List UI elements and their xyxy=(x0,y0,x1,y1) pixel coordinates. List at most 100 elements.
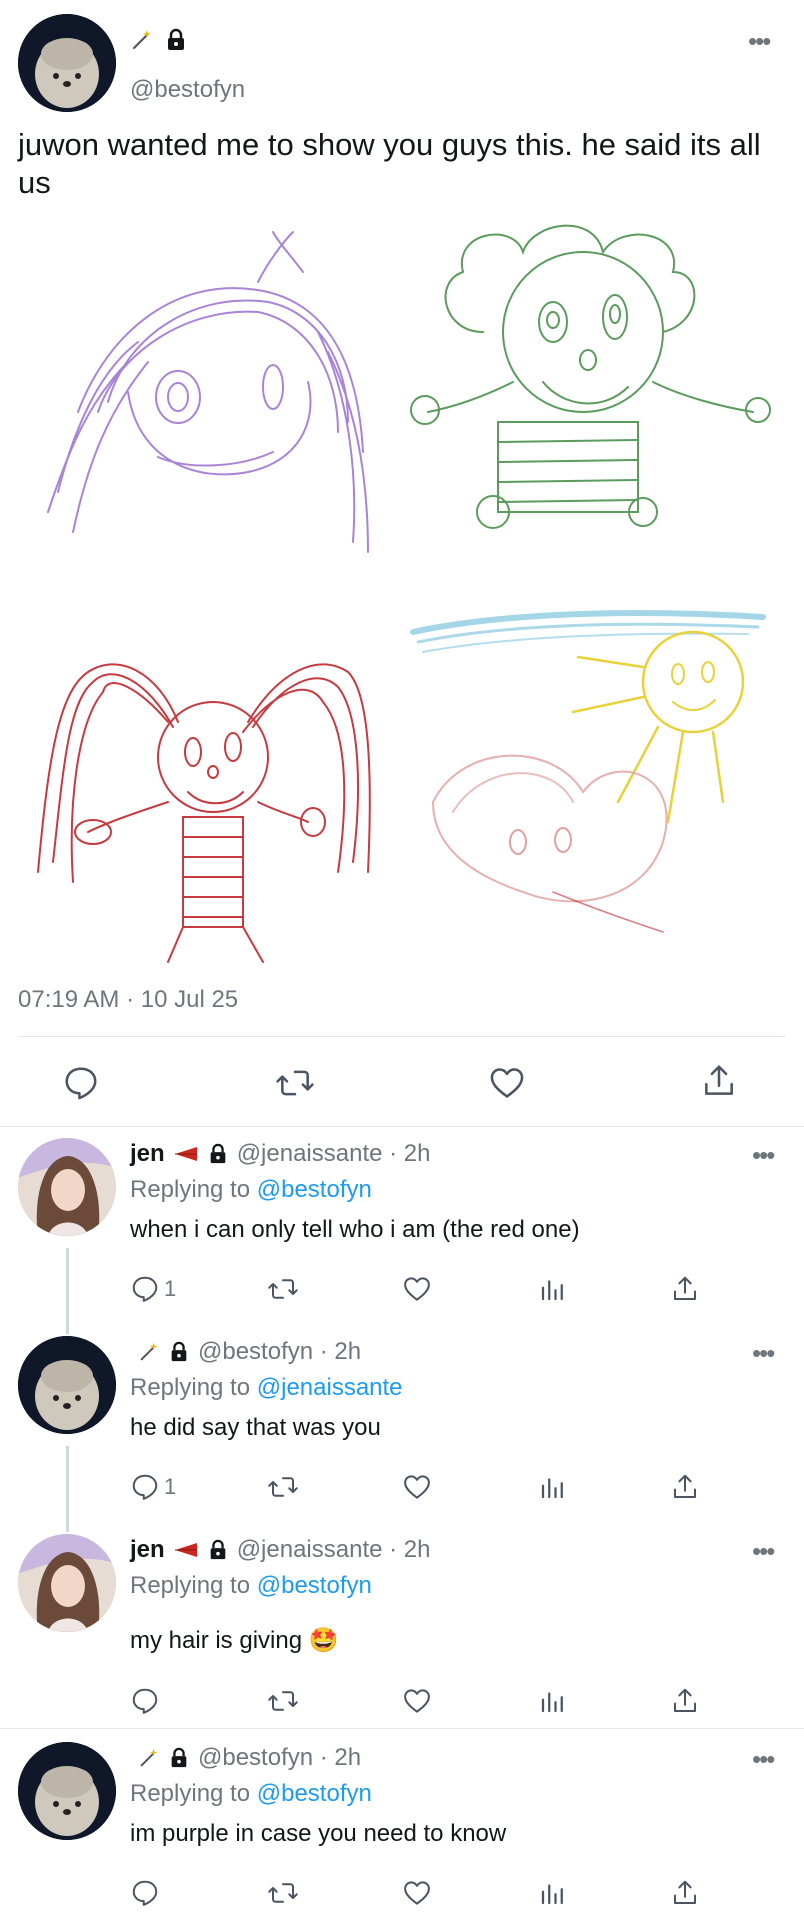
tweet-action-bar xyxy=(0,1056,804,1110)
share-button[interactable] xyxy=(700,1062,738,1100)
lock-icon xyxy=(210,1143,226,1164)
replying-to: Replying to @jenaissante xyxy=(130,1374,403,1402)
reply-button[interactable]: 1 xyxy=(130,1274,176,1304)
main-tweet: @bestofyn ••• juwon wanted me to show yo… xyxy=(0,0,804,1127)
share-button[interactable] xyxy=(670,1274,700,1304)
mention-link[interactable]: @bestofyn xyxy=(257,1572,372,1599)
more-icon[interactable]: ••• xyxy=(752,1142,775,1168)
tweet-text: juwon wanted me to show you guys this. h… xyxy=(18,127,761,200)
analytics-icon xyxy=(541,1280,563,1301)
share-button[interactable] xyxy=(670,1686,700,1716)
mention-link[interactable]: @bestofyn xyxy=(257,1176,372,1203)
sky-sun-drawing xyxy=(410,609,766,933)
handle-and-time: @bestofyn · 2h xyxy=(198,1744,362,1771)
retweet-icon xyxy=(268,1477,298,1497)
reply-button[interactable] xyxy=(62,1064,100,1102)
like-icon xyxy=(404,1881,430,1905)
reply-icon xyxy=(132,1688,158,1714)
retweet-button[interactable] xyxy=(266,1686,300,1716)
replying-to-label: Replying to xyxy=(130,1780,251,1807)
magic-wand-icon xyxy=(132,30,151,50)
like-icon xyxy=(404,1475,430,1499)
like-button[interactable] xyxy=(402,1472,432,1502)
divider xyxy=(0,1728,804,1729)
replying-to-label: Replying to xyxy=(130,1572,251,1599)
red-flag-icon xyxy=(174,1147,197,1161)
reply-text: when i can only tell who i am (the red o… xyxy=(130,1216,580,1243)
like-icon xyxy=(404,1277,430,1301)
reply-item[interactable]: @bestofyn · 2h ••• Replying to @bestofyn… xyxy=(0,1730,804,1920)
replying-to-label: Replying to xyxy=(130,1176,251,1203)
more-icon[interactable]: ••• xyxy=(748,28,771,54)
share-button[interactable] xyxy=(670,1472,700,1502)
tweet-image-drawings[interactable] xyxy=(18,212,788,982)
reply-text: my hair is giving 🤩 xyxy=(130,1627,339,1654)
mention-link[interactable]: @bestofyn xyxy=(257,1780,372,1807)
reply-header: @bestofyn · 2h xyxy=(130,1744,361,1772)
analytics-icon xyxy=(541,1692,563,1713)
reply-item[interactable]: jen @jenaissante · 2h ••• Replying to @b… xyxy=(0,1126,804,1324)
tweet-handle[interactable]: @bestofyn xyxy=(130,76,245,104)
purple-drawing xyxy=(47,231,369,553)
mention-link[interactable]: @jenaissante xyxy=(257,1374,403,1401)
reply-item[interactable]: jen @jenaissante · 2h ••• Replying to @b… xyxy=(0,1522,804,1729)
retweet-icon xyxy=(268,1691,298,1711)
reply-action-bar: 1 xyxy=(0,1472,804,1508)
like-button[interactable] xyxy=(488,1064,526,1102)
share-icon xyxy=(705,1065,733,1095)
avatar[interactable] xyxy=(18,1534,116,1632)
green-drawing xyxy=(410,224,771,529)
reply-action-bar xyxy=(0,1878,804,1914)
like-icon xyxy=(404,1689,430,1713)
reply-header: jen @jenaissante · 2h xyxy=(130,1536,431,1564)
avatar[interactable] xyxy=(18,1336,116,1434)
reply-count: 1 xyxy=(164,1474,177,1499)
retweet-button[interactable] xyxy=(266,1274,300,1304)
replying-to: Replying to @bestofyn xyxy=(130,1780,372,1808)
replying-to: Replying to @bestofyn xyxy=(130,1176,372,1204)
like-icon xyxy=(490,1068,524,1098)
reply-item[interactable]: @bestofyn · 2h ••• Replying to @jenaissa… xyxy=(0,1324,804,1522)
red-drawing xyxy=(37,663,371,963)
lock-icon xyxy=(168,28,184,50)
replying-to: Replying to @bestofyn xyxy=(130,1572,372,1600)
more-icon[interactable]: ••• xyxy=(752,1538,775,1564)
reply-action-bar xyxy=(0,1686,804,1722)
like-button[interactable] xyxy=(402,1686,432,1716)
reply-action-bar: 1 xyxy=(0,1274,804,1310)
reply-header: jen @jenaissante · 2h xyxy=(130,1140,431,1168)
analytics-button[interactable] xyxy=(538,1686,568,1716)
reply-button[interactable] xyxy=(130,1686,160,1716)
more-icon[interactable]: ••• xyxy=(752,1746,775,1772)
display-name[interactable]: jen xyxy=(130,1140,165,1168)
analytics-button[interactable] xyxy=(538,1472,568,1502)
like-button[interactable] xyxy=(402,1274,432,1304)
retweet-icon xyxy=(268,1279,298,1299)
more-icon[interactable]: ••• xyxy=(752,1340,775,1366)
retweet-button[interactable] xyxy=(266,1878,300,1908)
red-flag-icon xyxy=(174,1543,197,1557)
lock-icon xyxy=(210,1539,226,1560)
avatar[interactable] xyxy=(18,1138,116,1236)
avatar[interactable] xyxy=(18,1742,116,1840)
retweet-button[interactable] xyxy=(274,1064,316,1102)
reply-header: @bestofyn · 2h xyxy=(130,1338,361,1366)
analytics-icon xyxy=(541,1884,563,1905)
like-button[interactable] xyxy=(402,1878,432,1908)
magic-wand-icon xyxy=(140,1748,158,1767)
analytics-button[interactable] xyxy=(538,1878,568,1908)
share-icon xyxy=(674,1880,696,1904)
avatar[interactable] xyxy=(18,14,116,112)
analytics-icon xyxy=(541,1478,563,1499)
reply-icon xyxy=(132,1276,158,1302)
share-icon xyxy=(674,1688,696,1712)
display-name[interactable]: jen xyxy=(130,1536,165,1564)
reply-button[interactable] xyxy=(130,1878,160,1908)
share-button[interactable] xyxy=(670,1878,700,1908)
analytics-button[interactable] xyxy=(538,1274,568,1304)
reply-count: 1 xyxy=(164,1276,177,1301)
reply-icon xyxy=(132,1474,158,1500)
reply-button[interactable]: 1 xyxy=(130,1472,176,1502)
retweet-button[interactable] xyxy=(266,1472,300,1502)
retweet-icon xyxy=(276,1070,314,1096)
